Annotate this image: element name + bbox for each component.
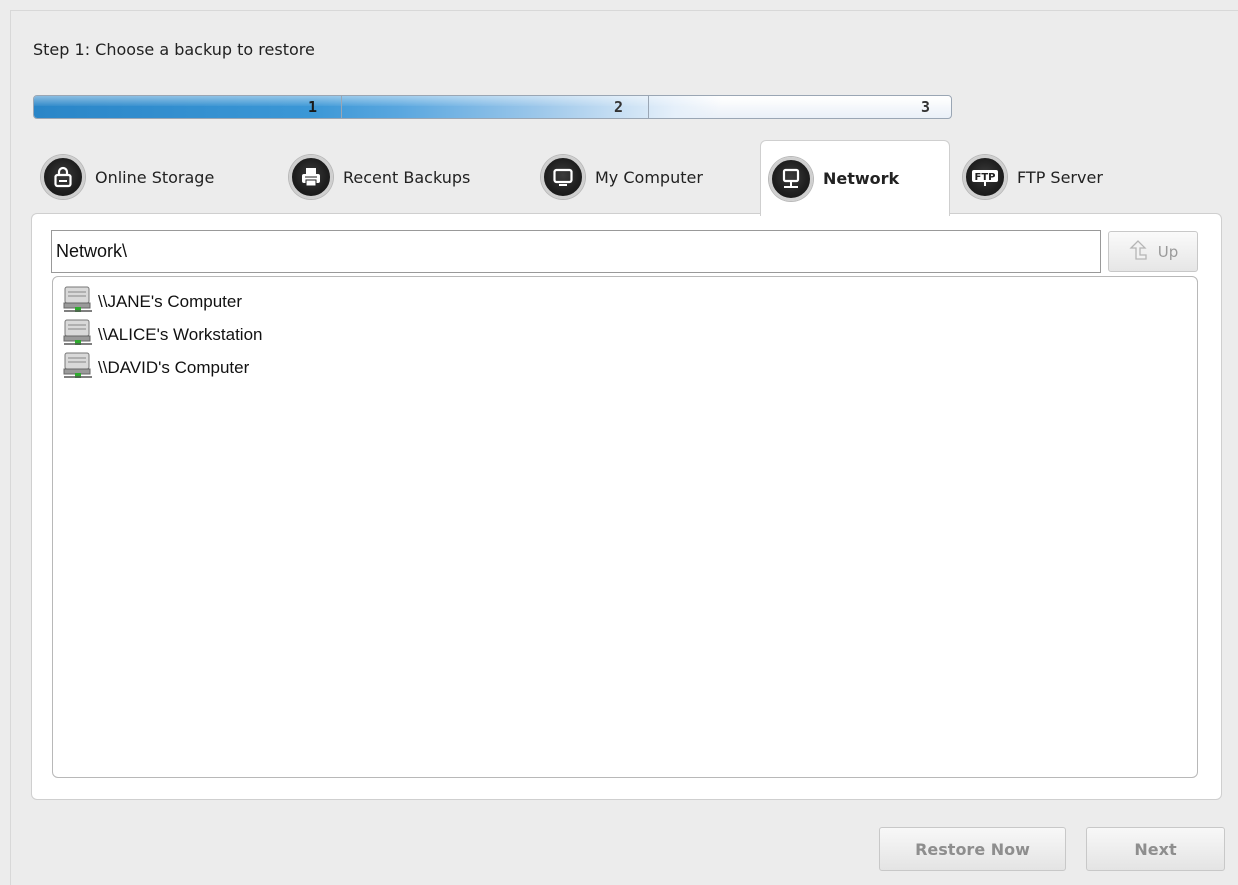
network-drive-icon [62,350,94,385]
up-button[interactable]: Up [1108,231,1198,272]
list-item-label: \\ALICE's Workstation [98,324,263,344]
tab-network[interactable]: Network [760,140,950,216]
tab-my-computer[interactable]: My Computer [533,140,703,214]
tab-ftp-server[interactable]: FTP FTP Server [955,140,1103,214]
step-title: Step 1: Choose a backup to restore [33,40,315,59]
tab-label: Network [823,169,900,188]
list-item-label: \\JANE's Computer [98,291,243,311]
list-item-label: \\DAVID's Computer [98,357,250,377]
monitor-icon [541,155,585,199]
lock-icon [41,155,85,199]
tab-online-storage[interactable]: Online Storage [33,140,214,214]
tab-label: Recent Backups [343,167,471,187]
source-tabs: Online Storage Recent Backups My Compute… [33,140,1193,216]
step-progress-bar: 1 2 3 [33,95,952,119]
tab-label: Online Storage [95,167,215,187]
next-button[interactable]: Next [1086,827,1225,871]
progress-step-3: 3 [921,98,931,116]
network-list[interactable]: \\JANE's Computer \\ALICE's Workstation … [52,276,1198,778]
progress-step-2: 2 [614,98,624,116]
ftp-icon: FTP [963,155,1007,199]
tab-label: FTP Server [1017,167,1103,187]
printer-icon [289,155,333,199]
network-computer-icon [769,156,813,201]
network-drive-icon [62,284,94,319]
list-item[interactable]: \\DAVID's Computer [53,351,1197,384]
progress-step-1: 1 [308,98,318,116]
restore-now-button[interactable]: Restore Now [879,827,1066,871]
up-button-label: Up [1157,242,1179,261]
path-input[interactable] [51,230,1101,273]
list-item[interactable]: \\JANE's Computer [53,285,1197,318]
svg-text:FTP: FTP [975,172,996,183]
tab-recent-backups[interactable]: Recent Backups [281,140,470,214]
up-arrow-icon [1128,239,1148,265]
network-drive-icon [62,317,94,352]
network-browser-panel: Up \\JANE's Computer \\ALICE's Workstati… [31,213,1222,800]
tab-label: My Computer [595,167,703,187]
list-item[interactable]: \\ALICE's Workstation [53,318,1197,351]
